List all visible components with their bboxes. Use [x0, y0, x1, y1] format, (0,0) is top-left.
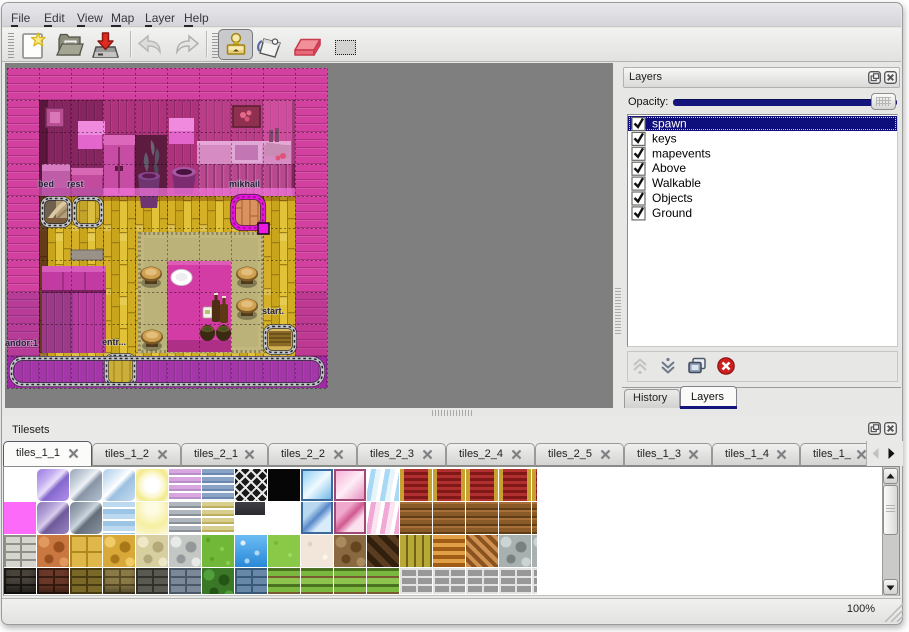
svg-text:mapevents: mapevents — [652, 146, 711, 160]
svg-text:spawn: spawn — [652, 117, 687, 131]
svg-text:bed: bed — [38, 179, 54, 189]
svg-text:Above: Above — [652, 161, 686, 175]
svg-text:start.: start. — [262, 306, 284, 316]
svg-text:entr...: entr... — [102, 337, 126, 347]
svg-text:keys: keys — [652, 131, 677, 145]
svg-text:Walkable: Walkable — [652, 176, 701, 190]
svg-text:Ground: Ground — [652, 206, 692, 220]
svg-text:andor:1: andor:1 — [5, 338, 38, 348]
svg-text:rest: rest — [67, 179, 84, 189]
svg-text:Objects: Objects — [652, 191, 693, 205]
svg-text:mikhail: mikhail — [229, 179, 260, 189]
